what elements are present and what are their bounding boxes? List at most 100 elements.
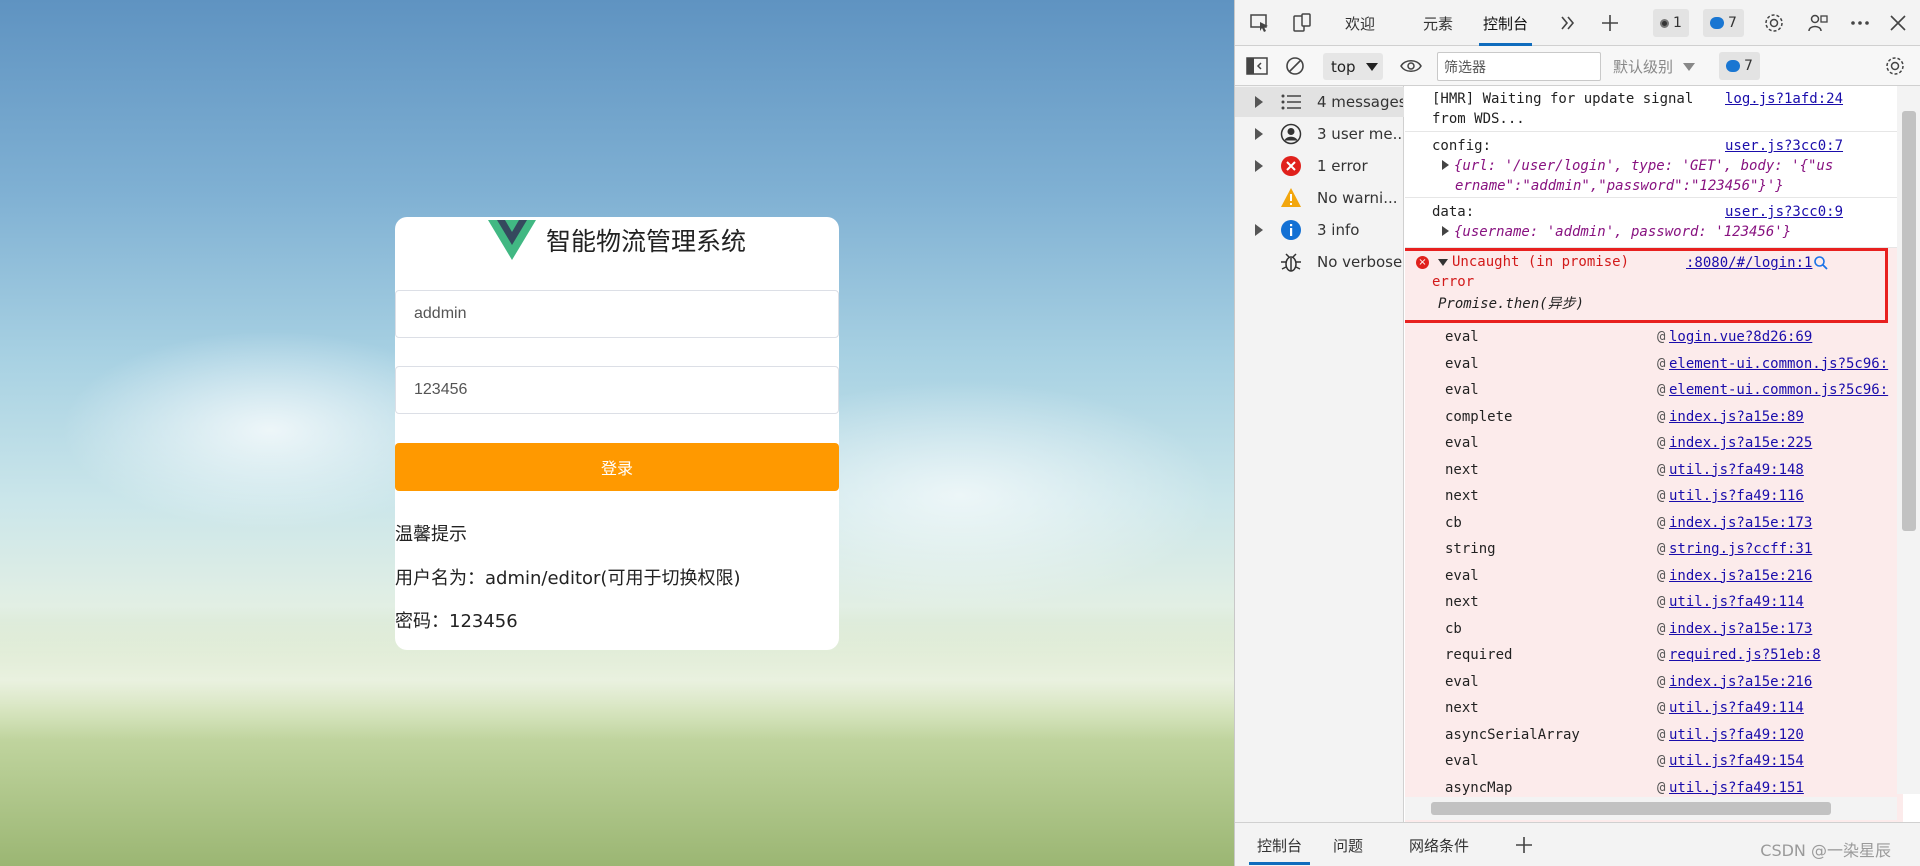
sidebar-item-label: 3 user me... <box>1317 125 1403 143</box>
stack-source-link[interactable]: util.js?fa49:154 <box>1669 751 1804 771</box>
password-field[interactable]: 123456 <box>395 366 839 414</box>
expand-caret-icon <box>1255 96 1263 108</box>
stack-source-link[interactable]: element-ui.common.js?5c96: <box>1669 354 1888 374</box>
tip-password: 密码：123456 <box>395 611 518 632</box>
clear-console-icon[interactable] <box>1283 54 1307 78</box>
issues-badge[interactable]: 7 <box>1719 52 1760 80</box>
drawer-tab-network-conditions[interactable]: 网络条件 <box>1409 823 1469 866</box>
issues-icon <box>1726 60 1740 72</box>
highlight-outline <box>1405 248 1888 323</box>
object-preview[interactable]: {username: 'addmin', password: '123456'} <box>1442 222 1791 242</box>
stack-function: eval <box>1445 673 1479 690</box>
stack-source-link[interactable]: index.js?a15e:173 <box>1669 619 1812 639</box>
sidebar-item-errors[interactable]: 1 error <box>1235 151 1404 181</box>
login-button[interactable]: 登录 <box>395 443 839 491</box>
more-options-icon[interactable] <box>1847 10 1873 36</box>
error-count-badge[interactable]: 1 <box>1653 9 1689 37</box>
devtools-panel: 欢迎 元素 控制台 1 7 top 筛选器 默认级别 7 4 messages … <box>1234 0 1920 866</box>
stack-function: eval <box>1445 382 1479 398</box>
scrollbar-thumb[interactable] <box>1902 111 1916 531</box>
stack-source-link[interactable]: util.js?fa49:151 <box>1669 778 1804 798</box>
console-toolbar: top 筛选器 默认级别 7 <box>1235 46 1920 86</box>
stack-function: eval <box>1445 753 1479 769</box>
tab-elements[interactable]: 元素 <box>1423 0 1453 46</box>
stack-frame: eval @ element-ui.common.js?5c96: <box>1405 377 1903 403</box>
sidebar-item-user-messages[interactable]: 3 user me... <box>1235 119 1404 149</box>
drawer-tab-issues[interactable]: 问题 <box>1333 823 1363 866</box>
customize-icon[interactable] <box>1805 10 1831 36</box>
stack-function: next <box>1445 594 1479 610</box>
console-settings-gear-icon[interactable] <box>1883 54 1907 78</box>
stack-source-link[interactable]: index.js?a15e:216 <box>1669 672 1812 692</box>
add-tab-icon[interactable] <box>1597 10 1623 36</box>
object-preview[interactable]: {url: '/user/login', type: 'GET', body: … <box>1442 156 1833 176</box>
stack-source-link[interactable]: util.js?fa49:114 <box>1669 592 1804 612</box>
page-title: 智能物流管理系统 <box>545 227 746 256</box>
at-symbol: @ <box>1657 408 1666 425</box>
stack-source-link[interactable]: index.js?a15e:173 <box>1669 513 1812 533</box>
log-source-link[interactable]: user.js?3cc0:9 <box>1725 202 1843 222</box>
filter-input[interactable]: 筛选器 <box>1437 52 1601 81</box>
object-preview-line: ername":"addmin","password":"123456"}'} <box>1455 178 1784 194</box>
stack-frame: next @ util.js?fa49:114 <box>1405 589 1903 615</box>
sidebar-item-label: No verbose <box>1317 253 1403 271</box>
settings-gear-icon[interactable] <box>1761 10 1787 36</box>
chevron-down-icon <box>1683 62 1696 71</box>
inspect-element-icon[interactable] <box>1247 10 1273 36</box>
tab-welcome[interactable]: 欢迎 <box>1345 0 1375 46</box>
stack-source-link[interactable]: util.js?fa49:120 <box>1669 725 1804 745</box>
stack-function: next <box>1445 488 1479 504</box>
add-drawer-tab-icon[interactable] <box>1511 832 1537 858</box>
sidebar-item-messages[interactable]: 4 messages <box>1235 87 1404 117</box>
close-devtools-icon[interactable] <box>1885 10 1911 36</box>
log-entry: data: user.js?3cc0:9 {username: 'addmin'… <box>1405 198 1903 248</box>
stack-source-link[interactable]: index.js?a15e:225 <box>1669 433 1812 453</box>
issues-count: 7 <box>1744 58 1753 74</box>
at-symbol: @ <box>1657 726 1666 743</box>
stack-source-link[interactable]: util.js?fa49:116 <box>1669 486 1804 506</box>
at-symbol: @ <box>1657 514 1666 531</box>
log-source-link[interactable]: log.js?1afd:24 <box>1725 89 1843 109</box>
expand-caret-icon[interactable] <box>1442 160 1449 170</box>
stack-source-link[interactable]: login.vue?8d26:69 <box>1669 327 1812 347</box>
sidebar-item-info[interactable]: 3 info <box>1235 215 1404 245</box>
context-value: top <box>1331 57 1356 76</box>
stack-source-link[interactable]: util.js?fa49:114 <box>1669 698 1804 718</box>
stack-source-link[interactable]: element-ui.common.js?5c96: <box>1669 380 1888 400</box>
horizontal-scrollbar[interactable] <box>1405 797 1897 820</box>
stack-source-link[interactable]: util.js?fa49:148 <box>1669 460 1804 480</box>
context-select[interactable]: top <box>1323 53 1383 80</box>
expand-caret-icon[interactable] <box>1442 226 1449 236</box>
stack-frame: eval @ index.js?a15e:216 <box>1405 669 1903 695</box>
scrollbar-thumb[interactable] <box>1431 802 1831 815</box>
console-sidebar: 4 messages 3 user me... 1 error No warni… <box>1235 86 1404 822</box>
stack-source-link[interactable]: required.js?51eb:8 <box>1669 645 1821 665</box>
more-tabs-icon[interactable] <box>1555 10 1581 36</box>
stack-source-link[interactable]: string.js?ccff:31 <box>1669 539 1812 559</box>
message-icon <box>1710 17 1724 29</box>
stack-source-link[interactable]: index.js?a15e:216 <box>1669 566 1812 586</box>
username-field[interactable]: addmin <box>395 290 839 338</box>
sidebar-item-warnings[interactable]: No warni... <box>1235 183 1404 213</box>
object-preview-line: {username: 'addmin', password: '123456'} <box>1454 224 1792 240</box>
log-source-link[interactable]: user.js?3cc0:7 <box>1725 136 1843 156</box>
stack-frame: next @ util.js?fa49:116 <box>1405 483 1903 509</box>
tip-heading: 温馨提示 <box>395 524 467 545</box>
at-symbol: @ <box>1657 594 1666 610</box>
stack-source-link[interactable]: index.js?a15e:89 <box>1669 407 1804 427</box>
stack-function: cb <box>1445 514 1462 531</box>
sidebar-item-verbose[interactable]: No verbose <box>1235 247 1404 277</box>
log-level-select[interactable]: 默认级别 <box>1613 52 1696 81</box>
tab-console[interactable]: 控制台 <box>1478 0 1533 46</box>
toggle-sidebar-icon[interactable] <box>1245 54 1269 78</box>
drawer-tab-console[interactable]: 控制台 <box>1248 823 1311 866</box>
stack-frame: next @ util.js?fa49:148 <box>1405 457 1903 483</box>
at-symbol: @ <box>1657 435 1666 451</box>
object-preview-line: {url: '/user/login', type: 'GET', body: … <box>1454 158 1834 174</box>
user-icon <box>1280 123 1302 145</box>
message-count-badge[interactable]: 7 <box>1703 9 1744 37</box>
vertical-scrollbar[interactable] <box>1897 86 1920 794</box>
watermark: CSDN @一染星辰 <box>1760 841 1891 860</box>
live-expression-eye-icon[interactable] <box>1399 54 1423 78</box>
device-emulation-icon[interactable] <box>1289 10 1315 36</box>
